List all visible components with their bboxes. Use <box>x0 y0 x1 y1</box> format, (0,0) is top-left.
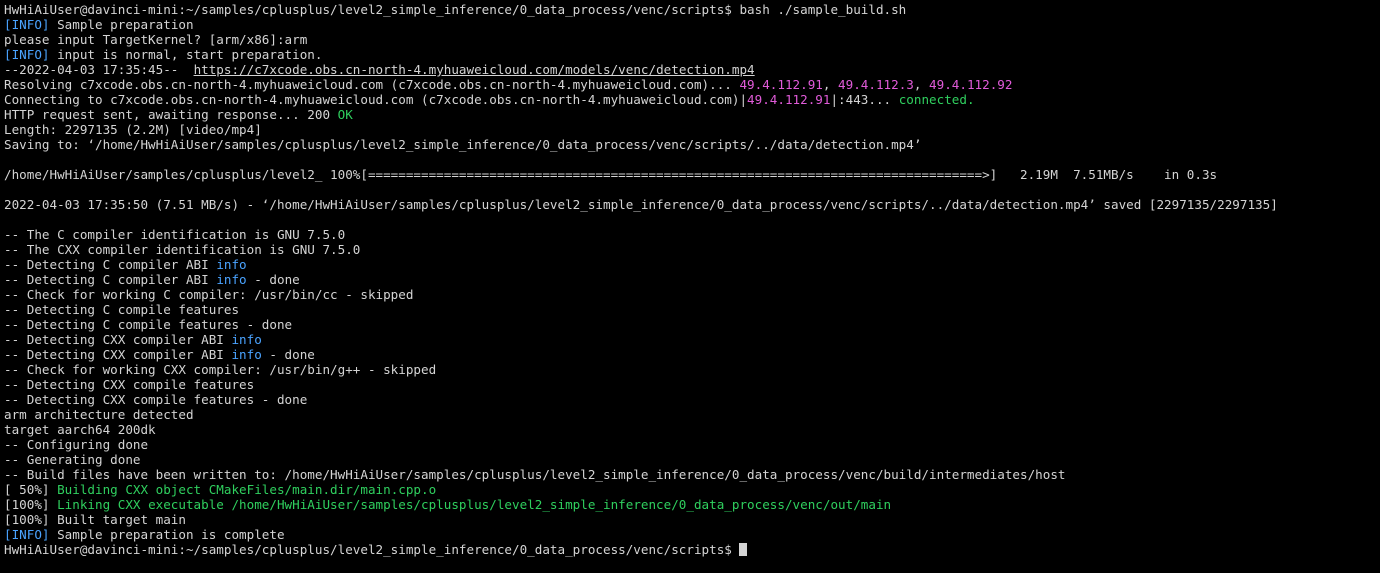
terminal-line: Length: 2297135 (2.2M) [video/mp4] <box>4 122 1376 137</box>
terminal-line: HwHiAiUser@davinci-mini:~/samples/cplusp… <box>4 542 1376 557</box>
terminal-text: HwHiAiUser@davinci-mini:~/samples/cplusp… <box>4 2 907 17</box>
terminal-window[interactable]: HwHiAiUser@davinci-mini:~/samples/cplusp… <box>0 0 1380 573</box>
terminal-line: Saving to: ‘/home/HwHiAiUser/samples/cpl… <box>4 137 1376 152</box>
terminal-line: -- Detecting C compile features - done <box>4 317 1376 332</box>
terminal-text: info <box>231 347 262 362</box>
terminal-text: info <box>216 272 247 287</box>
terminal-line: -- Detecting CXX compile features - done <box>4 392 1376 407</box>
terminal-text: OK <box>337 107 353 122</box>
terminal-line: [INFO] Sample preparation is complete <box>4 527 1376 542</box>
terminal-text: -- Detecting C compile features <box>4 302 240 317</box>
terminal-text: -- Detecting C compile features - done <box>4 317 293 332</box>
terminal-text: -- Configuring done <box>4 437 149 452</box>
terminal-text: input is normal, start preparation. <box>49 47 323 62</box>
terminal-line: -- Generating done <box>4 452 1376 467</box>
terminal-line: please input TargetKernel? [arm/x86]:arm <box>4 32 1376 47</box>
terminal-cursor <box>739 543 748 556</box>
terminal-line: -- The CXX compiler identification is GN… <box>4 242 1376 257</box>
terminal-text: 49.4.112.91 <box>739 77 823 92</box>
terminal-text: HwHiAiUser@davinci-mini:~/samples/cplusp… <box>4 542 740 557</box>
terminal-text: Length: 2297135 (2.2M) [video/mp4] <box>4 122 262 137</box>
terminal-line: -- Detecting C compile features <box>4 302 1376 317</box>
terminal-line: -- Check for working C compiler: /usr/bi… <box>4 287 1376 302</box>
terminal-line: [ 50%] Building CXX object CMakeFiles/ma… <box>4 482 1376 497</box>
terminal-text: arm architecture detected <box>4 407 194 422</box>
terminal-text: Sample preparation <box>49 17 194 32</box>
terminal-text: - done <box>261 347 315 362</box>
terminal-text: 49.4.112.91 <box>747 92 831 107</box>
terminal-line: Connecting to c7xcode.obs.cn-north-4.myh… <box>4 92 1376 107</box>
terminal-text: - done <box>246 272 300 287</box>
terminal-text: [INFO] <box>4 17 50 32</box>
terminal-line: /home/HwHiAiUser/samples/cplusplus/level… <box>4 167 1376 182</box>
terminal-text: -- Detecting CXX compiler ABI <box>4 347 232 362</box>
terminal-text: please input TargetKernel? [arm/x86]:arm <box>4 32 308 47</box>
terminal-output: HwHiAiUser@davinci-mini:~/samples/cplusp… <box>4 2 1376 557</box>
terminal-text: 49.4.112.3 <box>838 77 914 92</box>
terminal-text: 2022-04-03 17:35:50 (7.51 MB/s) - ‘/home… <box>4 197 1278 212</box>
terminal-line: -- Detecting CXX compiler ABI info - don… <box>4 347 1376 362</box>
url-link[interactable]: https://c7xcode.obs.cn-north-4.myhuaweic… <box>194 62 755 77</box>
terminal-text: -- Detecting CXX compile features - done <box>4 392 308 407</box>
terminal-line: --2022-04-03 17:35:45-- https://c7xcode.… <box>4 62 1376 77</box>
terminal-line: -- Detecting C compiler ABI info - done <box>4 272 1376 287</box>
terminal-line: HwHiAiUser@davinci-mini:~/samples/cplusp… <box>4 2 1376 17</box>
terminal-text: Saving to: ‘/home/HwHiAiUser/samples/cpl… <box>4 137 922 152</box>
terminal-text: -- The C compiler identification is GNU … <box>4 227 346 242</box>
terminal-line: 2022-04-03 17:35:50 (7.51 MB/s) - ‘/home… <box>4 197 1376 212</box>
terminal-text: -- Detecting CXX compile features <box>4 377 255 392</box>
terminal-line: -- Build files have been written to: /ho… <box>4 467 1376 482</box>
terminal-text: info <box>231 332 262 347</box>
terminal-text: [ 50%] <box>4 482 58 497</box>
terminal-text: Sample preparation is complete <box>49 527 285 542</box>
terminal-line: Resolving c7xcode.obs.cn-north-4.myhuawe… <box>4 77 1376 92</box>
terminal-line: [100%] Built target main <box>4 512 1376 527</box>
terminal-text: --2022-04-03 17:35:45-- <box>4 62 194 77</box>
terminal-text: -- Check for working CXX compiler: /usr/… <box>4 362 437 377</box>
terminal-text: 49.4.112.92 <box>929 77 1013 92</box>
terminal-line: -- The C compiler identification is GNU … <box>4 227 1376 242</box>
terminal-text: -- Check for working C compiler: /usr/bi… <box>4 287 414 302</box>
terminal-line: -- Configuring done <box>4 437 1376 452</box>
terminal-text: -- Detecting C compiler ABI <box>4 272 217 287</box>
terminal-text: [100%] Built target main <box>4 512 186 527</box>
terminal-line: target aarch64 200dk <box>4 422 1376 437</box>
terminal-text: HTTP request sent, awaiting response... … <box>4 107 338 122</box>
terminal-text: info <box>216 257 247 272</box>
terminal-text: Linking CXX executable /home/HwHiAiUser/… <box>57 497 892 512</box>
terminal-text: /home/HwHiAiUser/samples/cplusplus/level… <box>4 167 1218 182</box>
terminal-text: -- Generating done <box>4 452 141 467</box>
terminal-line: arm architecture detected <box>4 407 1376 422</box>
terminal-text: -- Detecting C compiler ABI <box>4 257 217 272</box>
terminal-text: Resolving c7xcode.obs.cn-north-4.myhuawe… <box>4 77 740 92</box>
terminal-text: [INFO] <box>4 527 50 542</box>
terminal-text: Connecting to c7xcode.obs.cn-north-4.myh… <box>4 92 748 107</box>
terminal-text: -- Build files have been written to: /ho… <box>4 467 1066 482</box>
terminal-text: [INFO] <box>4 47 50 62</box>
terminal-line: -- Detecting CXX compile features <box>4 377 1376 392</box>
terminal-text: target aarch64 200dk <box>4 422 156 437</box>
terminal-text: [100%] <box>4 497 58 512</box>
terminal-line: -- Check for working CXX compiler: /usr/… <box>4 362 1376 377</box>
terminal-text: |:443... <box>830 92 899 107</box>
terminal-line: [INFO] input is normal, start preparatio… <box>4 47 1376 62</box>
terminal-text: , <box>913 77 930 92</box>
terminal-text: Building CXX object CMakeFiles/main.dir/… <box>57 482 437 497</box>
terminal-text: -- Detecting CXX compiler ABI <box>4 332 232 347</box>
terminal-text: connected. <box>898 92 975 107</box>
terminal-line: [100%] Linking CXX executable /home/HwHi… <box>4 497 1376 512</box>
terminal-line: -- Detecting CXX compiler ABI info <box>4 332 1376 347</box>
terminal-line: [INFO] Sample preparation <box>4 17 1376 32</box>
terminal-line: -- Detecting C compiler ABI info <box>4 257 1376 272</box>
terminal-line: HTTP request sent, awaiting response... … <box>4 107 1376 122</box>
terminal-text: -- The CXX compiler identification is GN… <box>4 242 361 257</box>
terminal-text: , <box>822 77 839 92</box>
